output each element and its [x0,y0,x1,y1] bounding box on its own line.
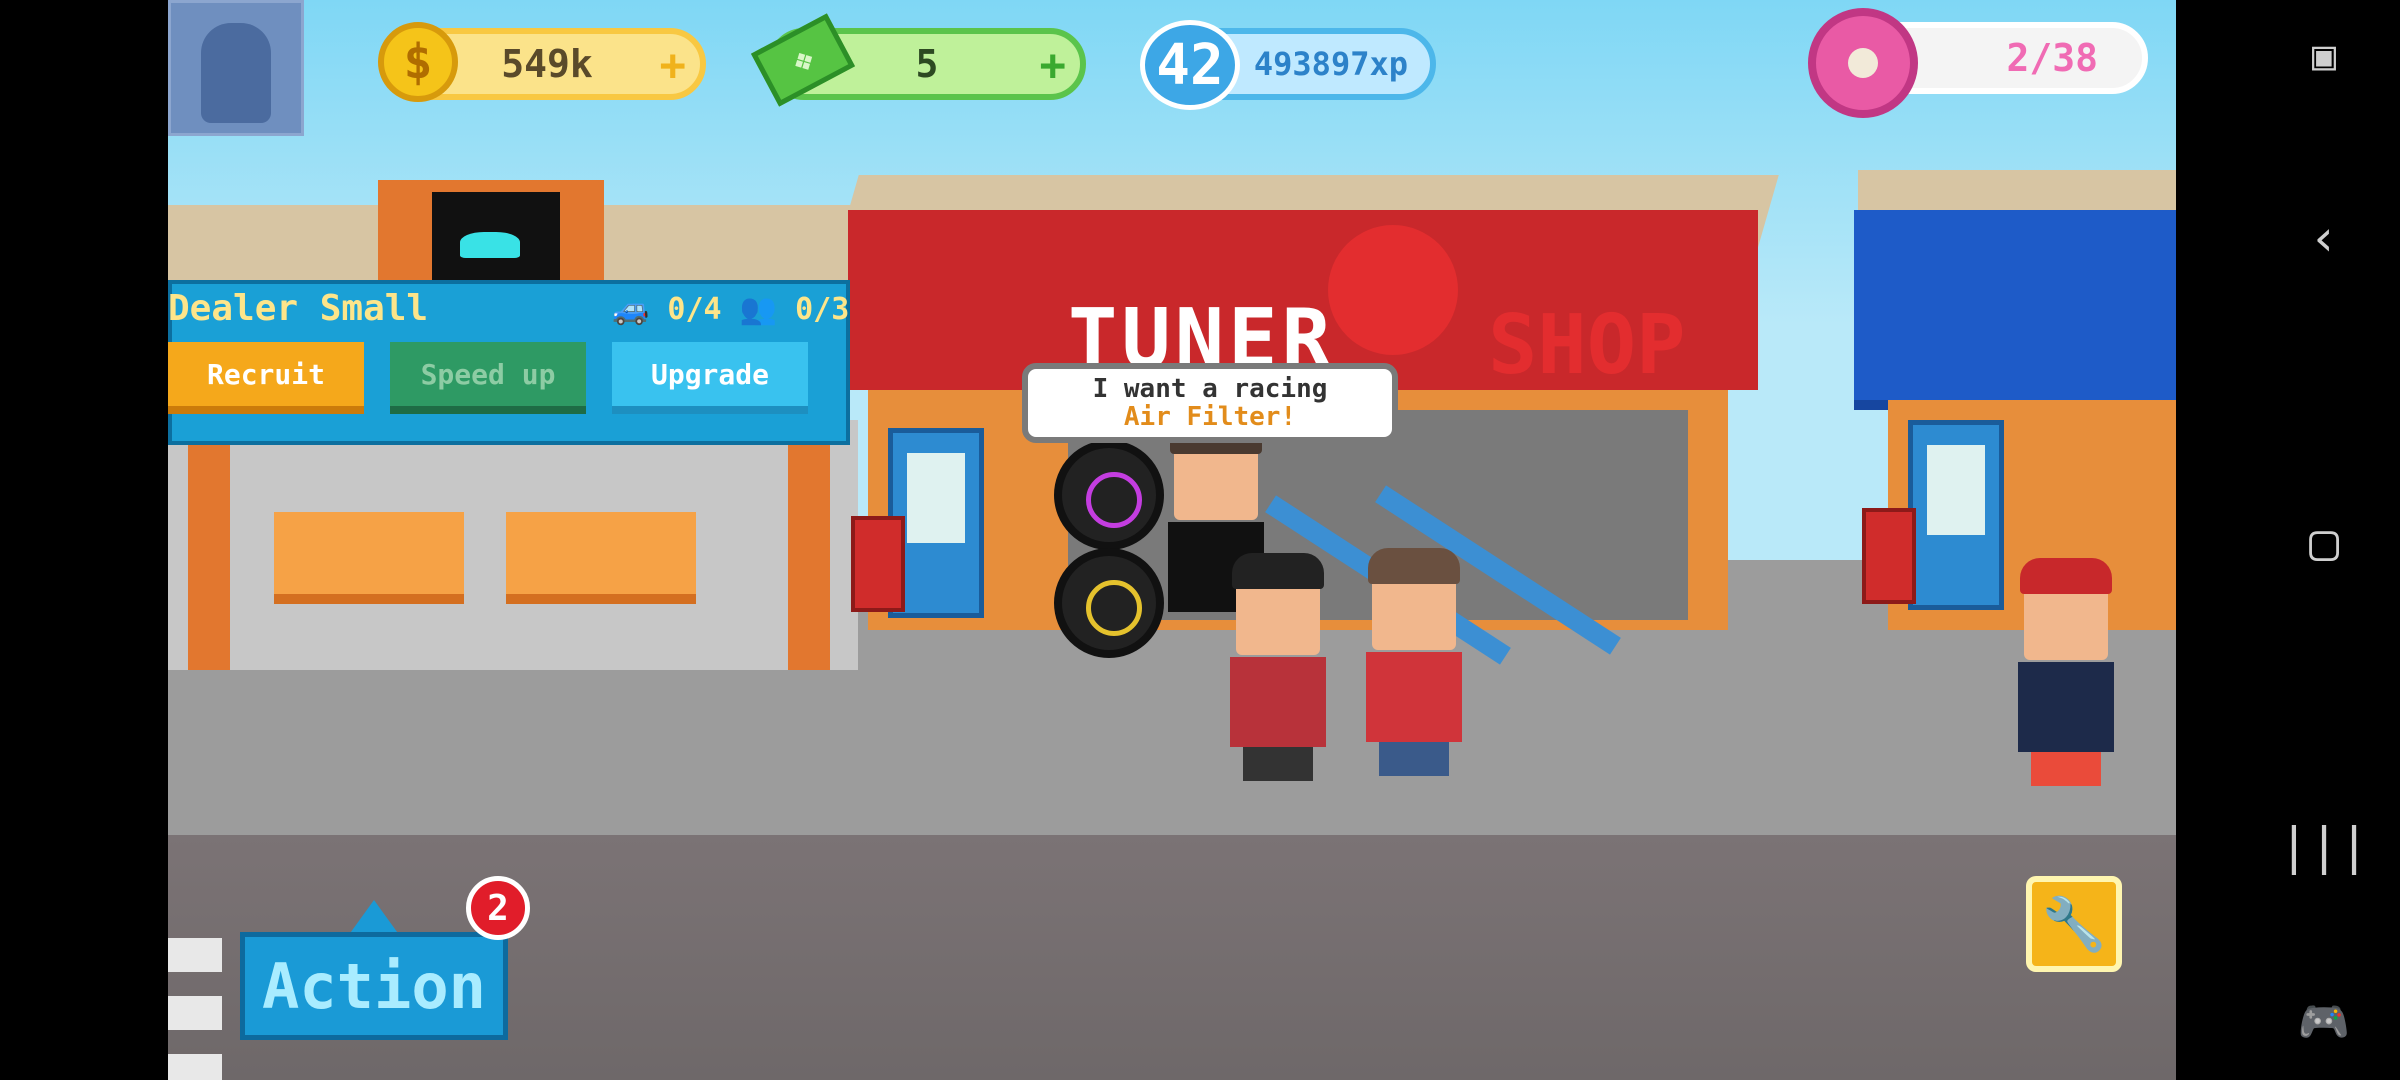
ufo-icon [460,232,520,258]
back-button[interactable]: ‹ [2296,209,2352,267]
dealer-desk[interactable] [506,512,696,604]
donut-icon [1808,8,1918,118]
crosswalk-stripe [168,1054,222,1080]
add-cash-icon[interactable]: + [1040,40,1067,91]
screenshot-icon[interactable]: ▣ [2296,28,2352,84]
mailbox [1862,508,1916,604]
level-badge[interactable]: 42 [1140,20,1240,110]
recruit-button[interactable]: Recruit [168,342,364,414]
game-view[interactable]: TUNER SHOP I want a racing Air Filter! D… [168,0,2176,1080]
dealer-desk[interactable] [274,512,464,604]
customer-character[interactable] [2018,558,2114,786]
system-navigation-bar [2176,0,2400,1080]
crosswalk-stripe [168,938,222,972]
recents-button[interactable]: ||| [2279,817,2369,875]
tire-rack-yellow[interactable] [1054,548,1164,658]
mailbox [851,516,905,612]
coins-value: 549k [501,42,593,86]
speech-line-1: I want a racing [1092,374,1328,404]
donut-value: 2/38 [2006,36,2098,80]
dealer-pillar [788,445,830,670]
action-notification-badge: 2 [466,876,530,940]
staff-count: 0/3 [795,292,850,327]
wrench-icon[interactable]: 🔧 [2026,876,2122,972]
tuner-sign-right: SHOP [1488,298,1686,393]
tuner-sign-circle [1328,225,1458,355]
speech-line-2: Air Filter! [1123,402,1297,432]
home-button[interactable]: ▢ [2296,513,2352,571]
upgrade-button[interactable]: Upgrade [612,342,808,414]
dealer-capacity: 🚙 0/4 👥 0/3 [612,292,849,327]
customer-character[interactable] [1366,548,1462,776]
car-count: 0/4 [667,292,722,327]
tire-rack-purple[interactable] [1054,440,1164,550]
car-icon: 🚙 [612,292,650,327]
dealer-pillar [188,445,230,670]
player-avatar[interactable] [168,0,304,136]
dealer-title: Dealer Small [168,288,429,329]
customer-character[interactable] [1230,553,1326,781]
customer-speech-bubble[interactable]: I want a racing Air Filter! [1022,363,1398,443]
coin-icon: $ [378,22,458,102]
action-button[interactable]: Action [240,932,508,1040]
blue-shop-awning[interactable] [1854,210,2176,410]
add-coins-icon[interactable]: + [660,40,687,91]
xp-value: 493897xp [1253,45,1408,83]
game-tools-icon[interactable]: 🎮 [2296,994,2352,1050]
cash-value: 5 [915,42,939,86]
people-icon: 👥 [739,292,778,327]
crosswalk-stripe [168,996,222,1030]
speed-up-button[interactable]: Speed up [390,342,586,414]
vending-machine[interactable] [1908,420,2004,610]
